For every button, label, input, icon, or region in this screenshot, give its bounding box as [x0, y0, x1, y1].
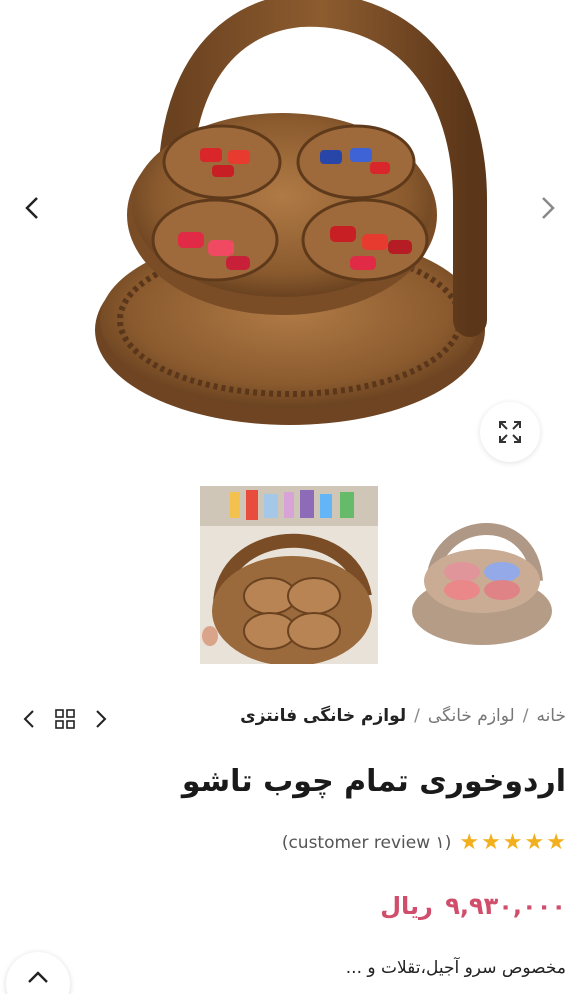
star-icon: ★	[524, 830, 545, 855]
prev-product-button[interactable]	[18, 708, 40, 730]
breadcrumb-category[interactable]: لوازم خانگی	[428, 706, 515, 726]
product-gallery	[0, 0, 584, 470]
grid-icon	[55, 709, 75, 729]
thumbnail-1[interactable]	[200, 486, 378, 664]
breadcrumb-row: خانه / لوازم خانگی / لوازم خانگی فانتزی	[0, 700, 584, 738]
thumbnail-image	[392, 486, 570, 664]
review-count-link[interactable]: (۱ customer review)	[282, 833, 452, 853]
star-icon: ★	[459, 830, 480, 855]
main-product-image[interactable]	[0, 0, 584, 470]
product-navigation	[18, 708, 112, 730]
breadcrumb-home[interactable]: خانه	[536, 706, 566, 726]
chevron-left-icon	[25, 197, 38, 219]
star-icon: ★	[481, 830, 501, 855]
thumbnail-image	[200, 486, 378, 664]
next-product-button[interactable]	[90, 708, 112, 730]
product-short-description: مخصوص سرو آجیل،تقلات و ...	[345, 958, 566, 978]
thumbnail-2[interactable]	[392, 486, 570, 664]
price-currency: ریال	[380, 892, 433, 920]
scroll-to-top-button[interactable]	[6, 952, 70, 994]
star-rating: ★ ★ ★ ★ ★	[459, 832, 566, 854]
thumbnail-strip	[0, 486, 584, 666]
chevron-right-icon	[542, 197, 555, 219]
breadcrumb: خانه / لوازم خانگی / لوازم خانگی فانتزی	[240, 706, 566, 726]
breadcrumb-separator: /	[414, 706, 420, 726]
expand-icon	[499, 421, 521, 443]
price-value: ۹,۹۳۰,۰۰۰	[445, 892, 566, 920]
back-to-shop-button[interactable]	[54, 708, 76, 730]
breadcrumb-separator: /	[522, 706, 529, 726]
product-rating: ★ ★ ★ ★ ★ (۱ customer review)	[282, 832, 566, 854]
product-price: ۹,۹۳۰,۰۰۰ ریال	[380, 892, 566, 920]
chevron-right-icon	[96, 710, 107, 728]
chevron-up-icon	[28, 971, 48, 983]
chevron-left-icon	[23, 710, 34, 728]
gallery-prev-button[interactable]	[14, 190, 50, 226]
gallery-next-button[interactable]	[530, 190, 566, 226]
star-icon: ★	[546, 830, 566, 855]
fullscreen-button[interactable]	[480, 402, 540, 462]
product-title: اردوخوری تمام چوب تاشو	[181, 764, 566, 799]
star-icon: ★	[502, 830, 523, 855]
breadcrumb-current[interactable]: لوازم خانگی فانتزی	[240, 706, 406, 726]
